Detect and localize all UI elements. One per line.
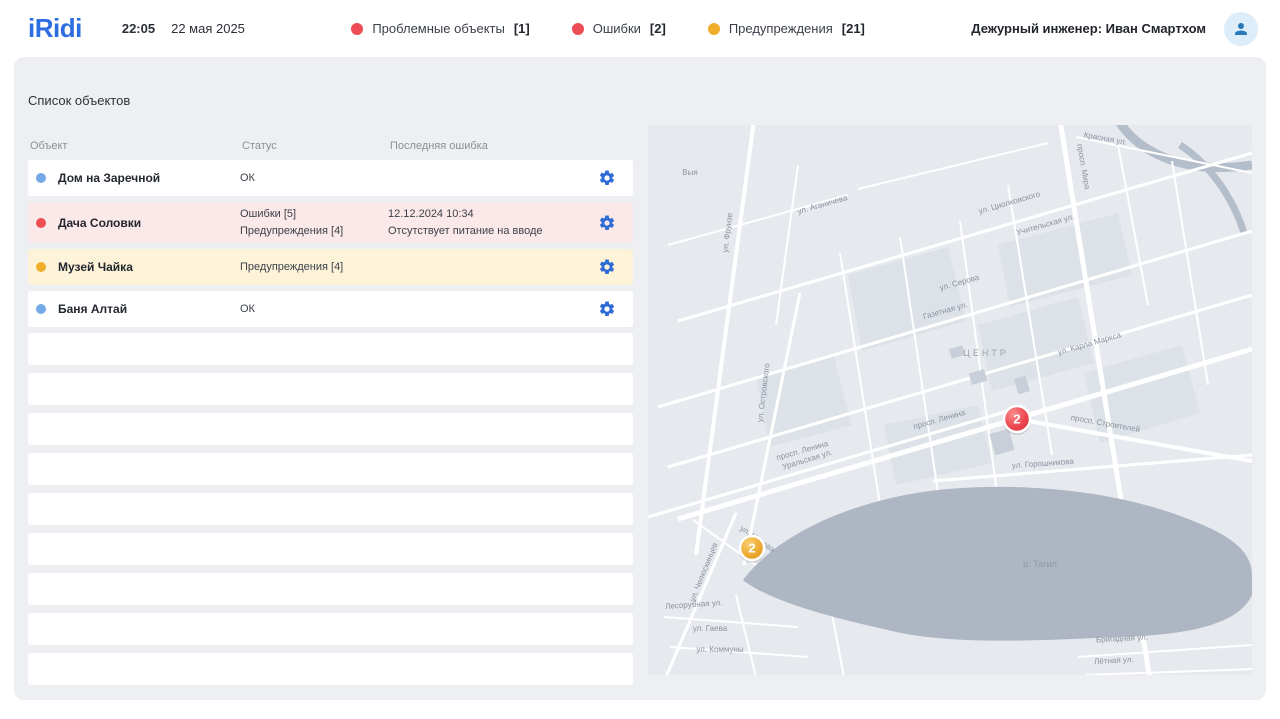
object-name: Баня Алтай (58, 302, 127, 316)
empty-row (28, 333, 633, 365)
table-row[interactable]: Дом на Заречной ОК (28, 160, 633, 196)
status-cell: ОК (240, 301, 388, 318)
indicator-warnings[interactable]: Предупреждения [21] (708, 21, 865, 36)
object-name: Дача Соловки (58, 216, 141, 230)
object-list-section: Список объектов Объект Статус Последняя … (28, 93, 633, 700)
content-panel: Список объектов Объект Статус Последняя … (14, 57, 1266, 700)
object-name: Музей Чайка (58, 260, 133, 274)
empty-row (28, 373, 633, 405)
svg-text:ЦЕНТР: ЦЕНТР (963, 348, 1009, 358)
table-row[interactable]: Баня Алтай ОК (28, 291, 633, 327)
table-row[interactable]: Музей Чайка Предупреждения [4] (28, 249, 633, 285)
table-row[interactable]: Дача Соловки Ошибки [5] Предупреждения [… (28, 202, 633, 243)
empty-row (28, 453, 633, 485)
app-logo: iRidi (28, 13, 82, 44)
clock-date: 22 мая 2025 (171, 21, 245, 36)
user-icon (1232, 20, 1250, 38)
duty-engineer-label: Дежурный инженер: Иван Смартхом (971, 21, 1206, 36)
table-header: Объект Статус Последняя ошибка (28, 140, 633, 152)
datetime: 22:05 22 мая 2025 (122, 21, 245, 36)
object-settings-button[interactable] (593, 295, 621, 323)
object-cell: Дом на Заречной (36, 171, 240, 185)
svg-text:ул. Гаева: ул. Гаева (693, 624, 728, 633)
clock-time: 22:05 (122, 21, 155, 36)
svg-text:2: 2 (1013, 412, 1020, 427)
column-header-status: Статус (242, 140, 390, 152)
column-header-last-error: Последняя ошибка (390, 140, 593, 152)
status-dot-icon (36, 218, 46, 228)
indicator-label: Предупреждения (729, 21, 833, 36)
indicator-count: [2] (650, 21, 666, 36)
status-dot-icon (36, 304, 46, 314)
map-marker-errors[interactable]: 2 (1003, 406, 1031, 435)
object-cell: Дача Соловки (36, 216, 240, 230)
empty-row (28, 653, 633, 685)
svg-text:р. Тагил: р. Тагил (1023, 559, 1057, 569)
user-profile-button[interactable] (1224, 12, 1258, 46)
object-settings-button[interactable] (593, 209, 621, 237)
indicator-count: [1] (514, 21, 530, 36)
red-dot-icon (351, 23, 363, 35)
header: iRidi 22:05 22 мая 2025 Проблемные объек… (0, 0, 1280, 57)
map-panel: Красная ул. просп. Мира Выя ул. Циолковс… (648, 125, 1252, 675)
gear-icon (598, 169, 616, 187)
indicator-errors[interactable]: Ошибки [2] (572, 21, 666, 36)
indicator-problem-objects[interactable]: Проблемные объекты [1] (351, 21, 529, 36)
empty-row (28, 613, 633, 645)
column-header-object: Объект (30, 140, 242, 152)
map[interactable]: Красная ул. просп. Мира Выя ул. Циолковс… (648, 125, 1252, 675)
empty-row (28, 413, 633, 445)
gear-icon (598, 300, 616, 318)
status-indicators: Проблемные объекты [1] Ошибки [2] Предуп… (351, 21, 865, 36)
gear-icon (598, 258, 616, 276)
svg-text:Выя: Выя (682, 168, 697, 177)
object-cell: Баня Алтай (36, 302, 240, 316)
object-settings-button[interactable] (593, 164, 621, 192)
status-dot-icon (36, 173, 46, 183)
status-cell: Предупреждения [4] (240, 259, 388, 276)
object-name: Дом на Заречной (58, 171, 160, 185)
yellow-dot-icon (708, 23, 720, 35)
svg-text:ул. Коммуны: ул. Коммуны (696, 645, 744, 654)
empty-row (28, 533, 633, 565)
object-settings-button[interactable] (593, 253, 621, 281)
status-dot-icon (36, 262, 46, 272)
indicator-label: Ошибки (593, 21, 641, 36)
status-cell: Ошибки [5] Предупреждения [4] (240, 206, 388, 239)
page-title: Список объектов (28, 93, 633, 108)
status-cell: ОК (240, 170, 388, 187)
gear-icon (598, 214, 616, 232)
red-dot-icon (572, 23, 584, 35)
last-error-cell: 12.12.2024 10:34 Отсутствует питание на … (388, 206, 593, 239)
object-cell: Музей Чайка (36, 260, 240, 274)
indicator-count: [21] (842, 21, 865, 36)
indicator-label: Проблемные объекты (372, 21, 505, 36)
map-marker-warnings[interactable]: 2 (739, 536, 765, 563)
empty-row (28, 573, 633, 605)
empty-row (28, 493, 633, 525)
svg-text:2: 2 (748, 541, 755, 556)
